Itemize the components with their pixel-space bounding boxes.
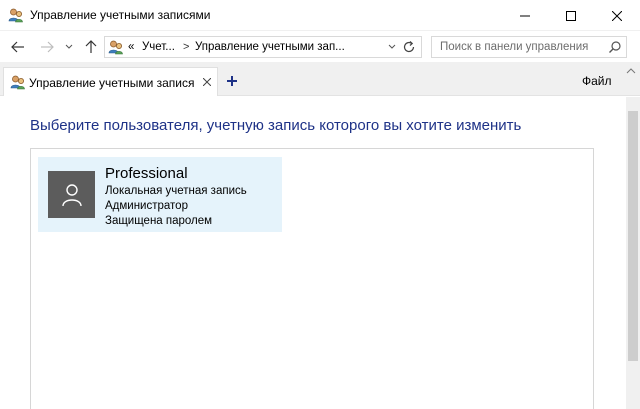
user-account-type: Локальная учетная запись	[105, 185, 247, 197]
close-button[interactable]	[594, 0, 640, 31]
arrow-up-icon	[85, 40, 97, 53]
navigation-bar: « Учет... > Управление учетными зап...	[0, 31, 640, 62]
user-role: Администратор	[105, 200, 188, 212]
chevron-down-icon	[65, 44, 73, 49]
plus-icon	[227, 76, 237, 86]
minimize-icon	[520, 15, 530, 16]
user-name: Professional	[105, 165, 188, 182]
window-title: Управление учетными записями	[30, 8, 211, 22]
user-password-status: Защищена паролем	[105, 215, 213, 227]
address-dropdown-button[interactable]	[385, 39, 399, 55]
minimize-button[interactable]	[502, 0, 548, 31]
tab-label: Управление учетными запися	[29, 76, 195, 90]
breadcrumb-separator-icon[interactable]: >	[183, 41, 189, 53]
up-button[interactable]	[82, 38, 100, 56]
search-box[interactable]	[431, 36, 627, 58]
main-content: Выберите пользователя, учетную запись ко…	[0, 97, 626, 409]
close-icon	[203, 78, 211, 86]
address-bar[interactable]: « Учет... > Управление учетными зап...	[104, 36, 422, 58]
user-list: Professional Локальная учетная запись Ад…	[30, 148, 594, 409]
forward-button[interactable]	[38, 38, 56, 56]
tab-user-accounts[interactable]: Управление учетными запися	[3, 67, 218, 96]
back-button[interactable]	[9, 38, 27, 56]
arrow-right-icon	[41, 41, 54, 53]
search-icon[interactable]	[608, 40, 622, 54]
search-input[interactable]	[432, 37, 602, 57]
breadcrumb-overflow[interactable]: «	[128, 41, 134, 53]
scrollbar-thumb[interactable]	[628, 111, 638, 361]
users-icon	[10, 74, 26, 90]
vertical-scrollbar[interactable]	[626, 97, 640, 409]
chevron-down-icon	[388, 44, 396, 49]
breadcrumb-item[interactable]: Управление учетными зап...	[195, 41, 345, 53]
tab-close-button[interactable]	[200, 75, 214, 89]
refresh-icon	[403, 41, 415, 53]
arrow-left-icon	[11, 41, 24, 53]
close-icon	[612, 10, 622, 21]
new-tab-button[interactable]	[224, 73, 240, 89]
maximize-button[interactable]	[548, 0, 594, 31]
users-icon	[8, 7, 24, 23]
refresh-button[interactable]	[401, 39, 419, 55]
page-heading: Выберите пользователя, учетную запись ко…	[30, 117, 522, 134]
title-bar: Управление учетными записями	[0, 0, 640, 31]
recent-locations-button[interactable]	[63, 38, 75, 56]
chevron-up-icon[interactable]	[625, 65, 637, 75]
control-panel-icon	[108, 39, 124, 55]
maximize-icon	[566, 10, 576, 21]
avatar	[48, 171, 95, 218]
user-tile[interactable]: Professional Локальная учетная запись Ад…	[38, 157, 282, 232]
user-icon	[61, 183, 82, 206]
tab-bar: Управление учетными запися Файл	[0, 62, 640, 96]
breadcrumb-item[interactable]: Учет...	[142, 41, 175, 53]
file-menu[interactable]: Файл	[582, 74, 612, 88]
